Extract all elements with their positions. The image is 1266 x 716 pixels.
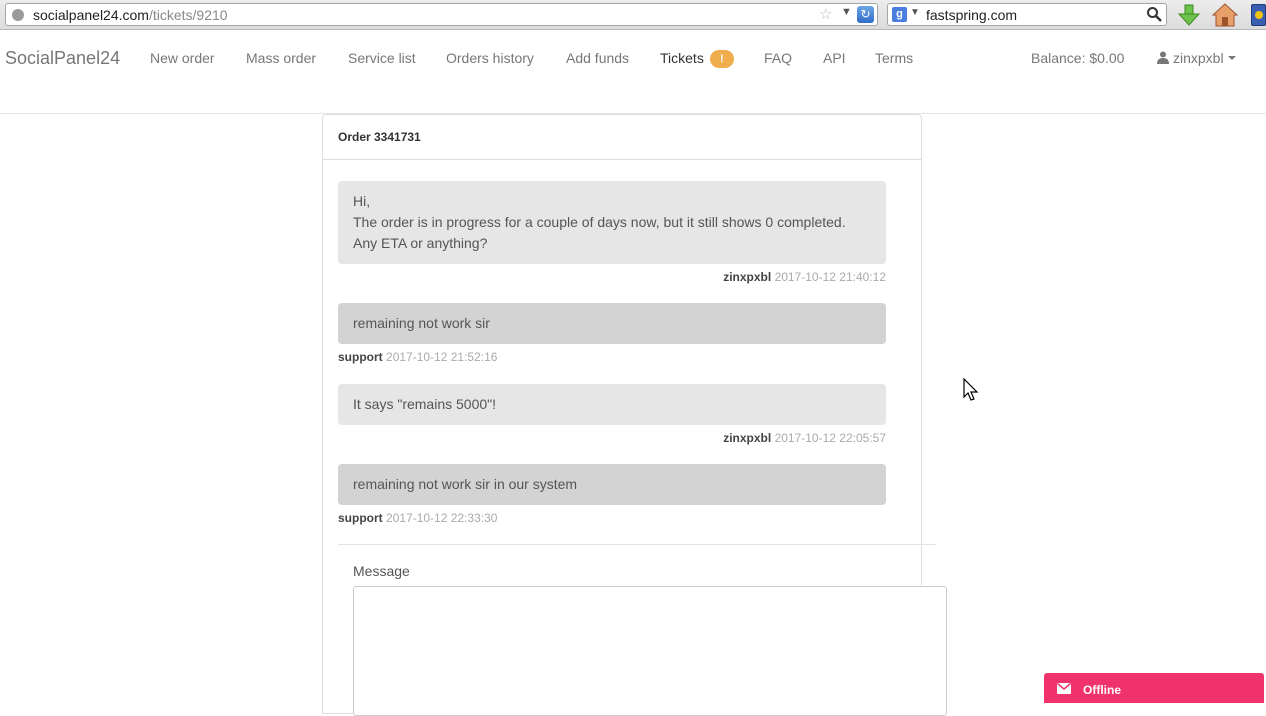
message-label: Message — [353, 563, 410, 579]
offline-chat-widget[interactable]: Offline — [1044, 673, 1264, 703]
address-text[interactable]: socialpanel24.com/tickets/9210 — [33, 7, 228, 23]
message-line: remaining not work sir in our system — [353, 476, 578, 492]
message-line: Hi, — [353, 193, 371, 209]
message-line: The order is in progress for a couple of… — [353, 214, 846, 230]
nav-mass-order[interactable]: Mass order — [246, 50, 316, 66]
message-line: Any ETA or anything? — [353, 235, 488, 251]
message-meta: support 2017-10-12 22:33:30 — [338, 511, 497, 525]
message-line: It says "remains 5000"! — [353, 396, 497, 412]
home-icon[interactable] — [1212, 3, 1238, 27]
message-author: zinxpxbl — [723, 431, 772, 445]
username-label: zinxpxbl — [1173, 50, 1224, 66]
nav-orders-history[interactable]: Orders history — [446, 50, 534, 66]
url-path: /tickets/9210 — [148, 7, 228, 23]
balance-display[interactable]: Balance: $0.00 — [1031, 50, 1124, 66]
google-icon[interactable]: g — [892, 7, 907, 22]
message-author: support — [338, 350, 383, 364]
nav-add-funds[interactable]: Add funds — [566, 50, 629, 66]
nav-terms[interactable]: Terms — [875, 50, 913, 66]
message-time: 2017-10-12 22:33:30 — [386, 511, 498, 525]
offline-label: Offline — [1083, 683, 1121, 697]
message-textarea[interactable] — [353, 586, 947, 716]
envelope-icon — [1057, 683, 1071, 694]
nav-new-order[interactable]: New order — [150, 50, 215, 66]
reload-icon[interactable]: ↻ — [857, 6, 874, 23]
brand-logo[interactable]: SocialPanel24 — [5, 48, 120, 69]
nav-service-list[interactable]: Service list — [348, 50, 416, 66]
message-bubble: remaining not work sir in our system — [338, 464, 886, 505]
mouse-cursor-icon — [963, 378, 979, 401]
nav-tickets-label: Tickets — [660, 50, 704, 66]
message-author: support — [338, 511, 383, 525]
user-menu[interactable]: zinxpxbl — [1157, 50, 1236, 66]
bookmarks-icon[interactable] — [1251, 4, 1266, 26]
globe-icon — [12, 9, 24, 21]
search-bar[interactable]: g ▼ fastspring.com — [887, 3, 1167, 26]
tickets-alert-badge: ! — [709, 50, 734, 68]
message-time: 2017-10-12 21:40:12 — [774, 270, 886, 284]
nav-api[interactable]: API — [823, 50, 846, 66]
message-time: 2017-10-12 21:52:16 — [386, 350, 498, 364]
search-engine-dropdown-icon[interactable]: ▼ — [910, 7, 920, 18]
url-domain: socialpanel24.com — [33, 7, 149, 23]
message-bubble: It says "remains 5000"! — [338, 384, 886, 425]
user-icon — [1157, 51, 1169, 64]
divider — [338, 544, 936, 545]
download-icon[interactable] — [1177, 3, 1201, 27]
message-author: zinxpxbl — [723, 270, 772, 284]
message-bubble: Hi, The order is in progress for a coupl… — [338, 181, 886, 264]
nav-tickets[interactable]: Tickets! — [660, 50, 734, 68]
bookmark-star-icon[interactable]: ☆ — [819, 5, 832, 23]
site-navbar: SocialPanel24 New order Mass order Servi… — [0, 31, 1266, 114]
nav-faq[interactable]: FAQ — [764, 50, 792, 66]
message-line: remaining not work sir — [353, 315, 490, 331]
message-meta: zinxpxbl 2017-10-12 22:05:57 — [338, 431, 886, 445]
ticket-title: Order 3341731 — [323, 115, 921, 160]
message-meta: support 2017-10-12 21:52:16 — [338, 350, 497, 364]
search-input[interactable]: fastspring.com — [926, 7, 1017, 23]
caret-down-icon — [1227, 56, 1236, 60]
magnifier-icon[interactable] — [1146, 6, 1162, 22]
history-dropdown-icon[interactable]: ▼ — [841, 6, 852, 18]
message-meta: zinxpxbl 2017-10-12 21:40:12 — [338, 270, 886, 284]
message-time: 2017-10-12 22:05:57 — [774, 431, 886, 445]
message-bubble: remaining not work sir — [338, 303, 886, 344]
browser-toolbar: socialpanel24.com/tickets/9210 ☆ ▼ ↻ g ▼… — [0, 0, 1266, 30]
address-bar[interactable]: socialpanel24.com/tickets/9210 ☆ ▼ ↻ — [5, 3, 878, 26]
